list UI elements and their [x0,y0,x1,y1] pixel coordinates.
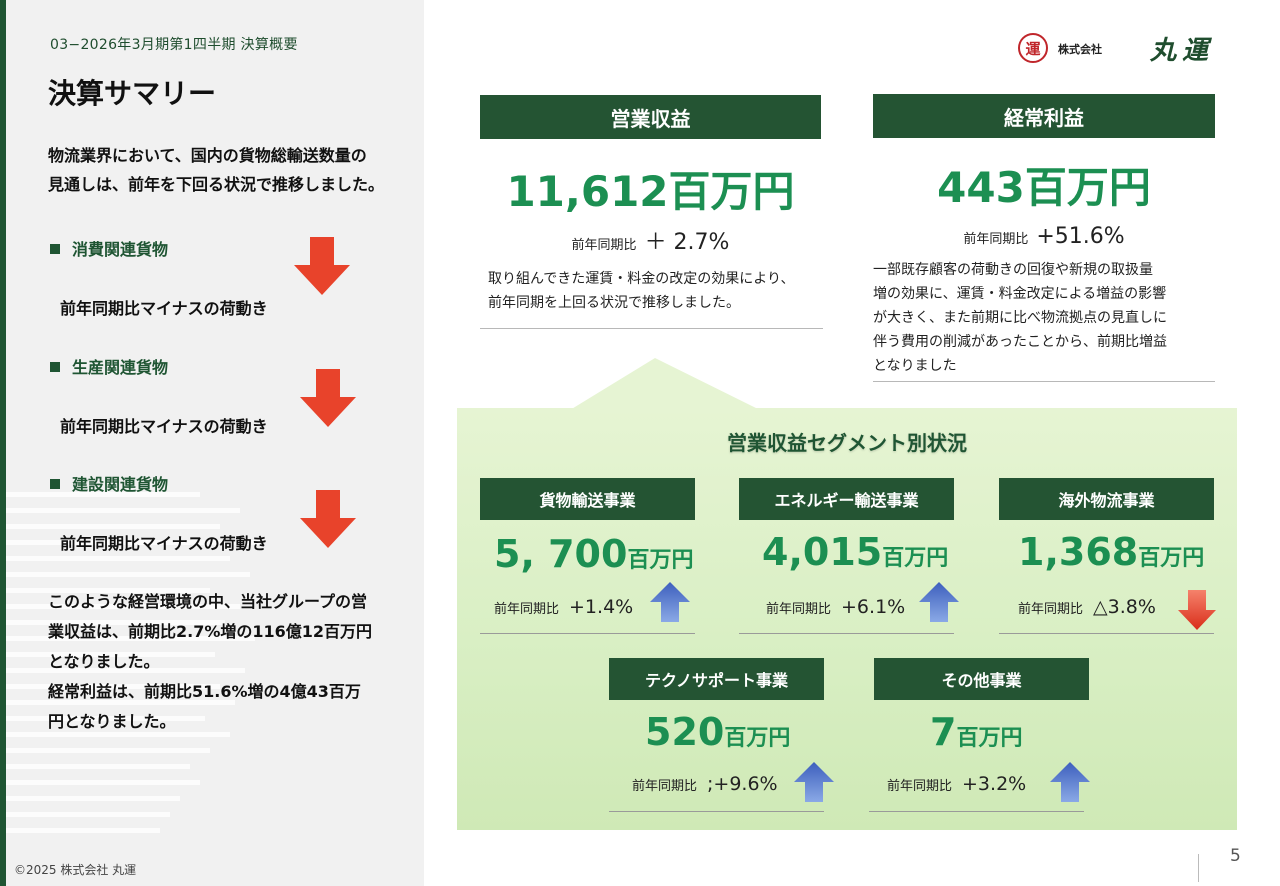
segment-title: その他事業 [874,658,1089,700]
kpi-title: 経常利益 [873,94,1215,138]
divider [999,633,1214,634]
divider [873,381,1215,382]
up-arrow-icon [794,762,834,802]
down-arrow-icon [294,237,350,295]
category-label: 建設関連貨物 [50,471,168,495]
up-arrow-icon [919,582,959,622]
divider [480,633,695,634]
page-number: 5 [1230,846,1241,866]
down-arrow-icon [300,369,356,427]
segment-value: 520百万円 [645,710,791,754]
bullet-square [50,244,60,254]
segment-yoy: 前年同期比 △3.8% [1018,596,1156,618]
kpi-description: 取り組んできた運賃・料金の改定の効果により、 前年同期を上回る状況で推移しました… [488,271,795,311]
divider [739,633,954,634]
section-label: 03−2026年3月期第1四半期 決算概要 [50,37,298,53]
segment-title: 貨物輸送事業 [480,478,695,520]
up-arrow-icon [1050,762,1090,802]
segment-value: 1,368百万円 [1018,530,1205,574]
category-status: 前年同期比マイナスの荷動き [60,299,268,318]
kpi-yoy: 前年同期比＋ 2.7% [571,230,730,255]
segment-panel [457,408,1237,830]
company-logo-icon: 運 [1018,33,1048,63]
kpi-value: 443百万円 [937,163,1151,212]
kpi-value: 11,612百万円 [506,167,795,216]
kpi-title: 営業収益 [480,95,821,139]
bullet-square [50,362,60,372]
segment-value: 4,015百万円 [762,530,949,574]
segment-yoy: 前年同期比 +1.4% [494,596,634,618]
divider [869,811,1084,812]
down-arrow-icon [1178,590,1216,630]
lead-text: 物流業界において、国内の貨物総輸送数量の 見通しは、前年を下回る状況で推移しまし… [48,146,385,194]
kpi-description: 一部既存顧客の荷動きの回復や新規の取扱量 増の効果に、運賃・料金改定による増益の… [873,262,1167,374]
segment-value: 5, 700百万円 [494,532,694,576]
segment-title: エネルギー輸送事業 [739,478,954,520]
page-title: 決算サマリー [48,77,217,110]
left-panel [0,0,424,886]
segment-panel-title: 営業収益セグメント別状況 [727,431,967,455]
category-status: 前年同期比マイナスの荷動き [60,417,268,436]
segment-title: テクノサポート事業 [609,658,824,700]
page-number-divider [1198,854,1199,882]
segment-title: 海外物流事業 [999,478,1214,520]
divider [480,328,823,329]
logo-company-name: 丸運 [1150,36,1215,66]
kpi-yoy: 前年同期比 +51.6% [963,224,1125,249]
bullet-square [50,479,60,489]
segment-yoy: 前年同期比 +3.2% [887,773,1027,795]
logo-company-type: 株式会社 [1058,43,1102,56]
category-status: 前年同期比マイナスの荷動き [60,534,268,553]
accent-bar [0,0,6,886]
segment-yoy: 前年同期比 ;+9.6% [632,773,778,795]
up-arrow-icon [650,582,690,622]
summary-text: このような経営環境の中、当社グループの営 業収益は、前期比2.7%増の116億1… [48,592,373,731]
callout-pointer [570,358,760,410]
segment-value: 7百万円 [930,710,1023,754]
category-label: 消費関連貨物 [50,236,168,260]
copyright: ©2025 株式会社 丸運 [14,863,137,877]
category-label: 生産関連貨物 [50,354,168,378]
divider [609,811,824,812]
segment-yoy: 前年同期比 +6.1% [766,596,906,618]
down-arrow-icon [300,490,356,548]
